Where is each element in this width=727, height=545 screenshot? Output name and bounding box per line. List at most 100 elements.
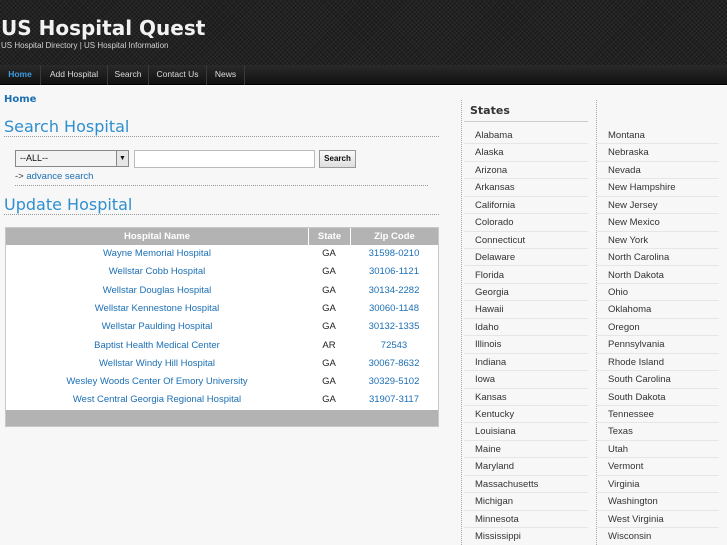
cell-zip-code[interactable]: 31598-0210 <box>350 245 438 263</box>
cell-state: GA <box>322 321 336 333</box>
states-heading: States <box>470 104 510 117</box>
state-link[interactable]: Massachusetts <box>464 476 588 494</box>
state-link[interactable]: Maryland <box>464 458 588 476</box>
nav-item[interactable]: Home <box>0 65 41 85</box>
state-link[interactable]: Arizona <box>464 162 588 180</box>
state-link[interactable]: West Virginia <box>597 511 719 529</box>
state-link[interactable]: Oregon <box>597 319 719 337</box>
state-link[interactable]: Georgia <box>464 284 588 302</box>
state-link[interactable]: Virginia <box>597 476 719 494</box>
site-tagline: US Hospital Directory | US Hospital Info… <box>1 41 169 50</box>
state-link[interactable]: New York <box>597 232 719 250</box>
state-link[interactable]: Oklahoma <box>597 301 719 319</box>
state-link[interactable]: California <box>464 197 588 215</box>
nav-item[interactable]: News <box>207 65 245 85</box>
col-header-state: State <box>308 228 350 245</box>
cell-state: GA <box>322 394 336 406</box>
cell-state: GA <box>322 266 336 278</box>
state-link[interactable]: Arkansas <box>464 179 588 197</box>
cell-zip-code[interactable]: 72543 <box>350 337 438 355</box>
cell-zip-code[interactable]: 30134-2282 <box>350 282 438 300</box>
state-link[interactable]: South Dakota <box>597 389 719 406</box>
state-link[interactable]: Utah <box>597 441 719 459</box>
state-link[interactable]: New Jersey <box>597 197 719 215</box>
state-link[interactable]: Alaska <box>464 144 588 162</box>
state-link[interactable]: Nevada <box>597 162 719 180</box>
state-link[interactable]: Montana <box>597 127 719 145</box>
advance-search-line: -> advance search <box>15 171 93 182</box>
cell-zip-code[interactable]: 30067-8632 <box>350 355 438 373</box>
cell-zip-code[interactable]: 30132-1335 <box>350 318 438 336</box>
nav-item[interactable]: Contact Us <box>149 65 207 85</box>
nav-item[interactable]: Add Hospital <box>41 65 108 85</box>
state-link[interactable]: Texas <box>597 423 719 441</box>
cell-hospital-name[interactable]: Wesley Woods Center Of Emory University <box>6 373 308 391</box>
cell-zip-code[interactable]: 30106-1121 <box>350 263 438 281</box>
main-nav: Home Add Hospital Search Contact Us News <box>0 65 727 85</box>
search-divider <box>15 185 428 186</box>
table-header-row: Hospital Name State Zip Code <box>6 228 438 245</box>
state-link[interactable]: Hawaii <box>464 301 588 319</box>
state-link[interactable]: Ohio <box>597 284 719 302</box>
state-link[interactable]: Indiana <box>464 354 588 372</box>
cell-zip-code[interactable]: 30060-1148 <box>350 300 438 318</box>
site-header: US Hospital Quest US Hospital Directory … <box>0 0 727 65</box>
site-title[interactable]: US Hospital Quest <box>1 16 205 40</box>
state-link[interactable]: New Mexico <box>597 214 719 232</box>
state-link[interactable]: North Dakota <box>597 267 719 284</box>
state-link[interactable]: Wisconsin <box>597 528 719 545</box>
cell-state: GA <box>322 357 336 369</box>
search-title-divider <box>4 136 439 137</box>
state-link[interactable]: Michigan <box>464 493 588 511</box>
cell-hospital-name[interactable]: West Central Georgia Regional Hospital <box>6 391 308 409</box>
cell-hospital-name[interactable]: Wellstar Cobb Hospital <box>6 263 308 281</box>
update-section-title: Update Hospital <box>4 195 133 214</box>
cell-zip-code[interactable]: 30329-5102 <box>350 373 438 391</box>
state-link[interactable]: New Hampshire <box>597 179 719 197</box>
state-link[interactable]: Louisiana <box>464 423 588 441</box>
search-input[interactable] <box>134 150 315 168</box>
state-link[interactable]: Idaho <box>464 319 588 337</box>
cell-hospital-name[interactable]: Wellstar Douglas Hospital <box>6 282 308 300</box>
state-link[interactable]: Rhode Island <box>597 354 719 372</box>
cell-state: GA <box>322 302 336 314</box>
cell-hospital-name[interactable]: Wellstar Paulding Hospital <box>6 318 308 336</box>
search-button[interactable]: Search <box>319 150 356 168</box>
chevron-down-icon[interactable]: ▼ <box>116 151 128 166</box>
state-link[interactable]: Tennessee <box>597 406 719 424</box>
nav-item[interactable]: Search <box>108 65 149 85</box>
cell-hospital-name[interactable]: Wellstar Kennestone Hospital <box>6 300 308 318</box>
state-link[interactable]: Alabama <box>464 127 588 145</box>
states-heading-underline <box>464 121 588 122</box>
state-link[interactable]: Pennsylvania <box>597 336 719 354</box>
state-link[interactable]: Mississippi <box>464 528 588 545</box>
cell-zip-code[interactable]: 31907-3117 <box>350 391 438 409</box>
advance-search-prefix: -> <box>15 171 27 182</box>
state-link[interactable]: Minnesota <box>464 511 588 529</box>
cell-state: AR <box>322 339 336 351</box>
cell-hospital-name[interactable]: Wayne Memorial Hospital <box>6 245 308 263</box>
state-link[interactable]: Washington <box>597 493 719 511</box>
state-link[interactable]: South Carolina <box>597 371 719 389</box>
state-link[interactable]: Maine <box>464 441 588 459</box>
cell-hospital-name[interactable]: Wellstar Windy Hill Hospital <box>6 355 308 373</box>
state-link[interactable]: Connecticut <box>464 232 588 250</box>
state-link[interactable]: Colorado <box>464 214 588 232</box>
search-section-title: Search Hospital <box>4 117 130 136</box>
cell-state: GA <box>322 248 336 259</box>
state-select[interactable]: --ALL-- ▼ <box>15 150 129 167</box>
advance-search-link[interactable]: advance search <box>26 171 93 182</box>
cell-hospital-name[interactable]: Baptist Health Medical Center <box>6 337 308 355</box>
state-link[interactable]: Nebraska <box>597 144 719 162</box>
state-link[interactable]: North Carolina <box>597 249 719 267</box>
state-link[interactable]: Kansas <box>464 389 588 406</box>
update-title-divider <box>4 214 439 215</box>
state-link[interactable]: Iowa <box>464 371 588 389</box>
state-link[interactable]: Vermont <box>597 458 719 476</box>
state-link[interactable]: Illinois <box>464 336 588 354</box>
state-link[interactable]: Delaware <box>464 249 588 267</box>
breadcrumb[interactable]: Home <box>4 94 36 105</box>
state-link[interactable]: Florida <box>464 267 588 284</box>
cell-state: GA <box>322 284 336 296</box>
state-link[interactable]: Kentucky <box>464 406 588 424</box>
